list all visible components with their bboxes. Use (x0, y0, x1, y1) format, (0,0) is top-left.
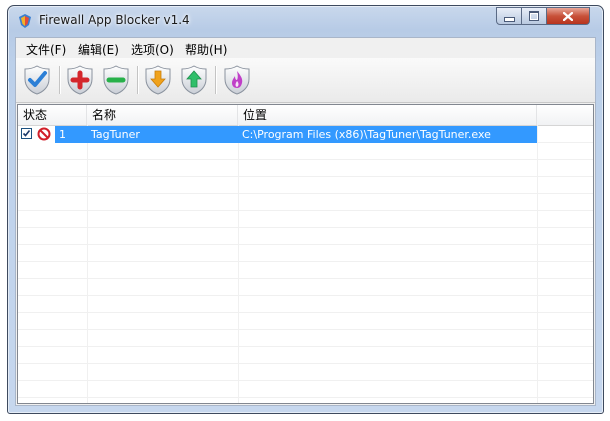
app-list[interactable]: 状态 名称 位置 1 TagTuner C:\Program Files (x8… (17, 104, 594, 404)
maximize-icon (522, 8, 546, 24)
grid-line (18, 279, 593, 296)
grid-line (18, 398, 593, 403)
grid-line (18, 262, 593, 279)
app-window: Firewall App Blocker v1.4 文件(F) 编辑(E) 选项… (7, 5, 604, 414)
checkmark-shield-icon[interactable] (21, 64, 53, 96)
menu-help[interactable]: 帮助(H) (183, 41, 229, 58)
maximize-button[interactable] (522, 7, 547, 25)
grid-line (18, 160, 593, 177)
menu-file[interactable]: 文件(F) (24, 41, 68, 58)
toolbar-separator (59, 66, 61, 94)
grid-line (18, 211, 593, 228)
firewall-app-icon (19, 14, 31, 28)
grid-column-line (87, 125, 88, 403)
table-row[interactable]: 1 TagTuner C:\Program Files (x86)\TagTun… (18, 126, 537, 143)
add-shield-icon[interactable] (64, 64, 96, 96)
blocked-icon (37, 127, 51, 141)
grid-line (18, 245, 593, 262)
row-location: C:\Program Files (x86)\TagTuner\TagTuner… (238, 126, 537, 143)
grid-line (18, 313, 593, 330)
menu-bar: 文件(F) 编辑(E) 选项(O) 帮助(H) (16, 38, 595, 58)
flame-shield-icon[interactable] (221, 64, 253, 96)
column-location[interactable]: 位置 (238, 105, 537, 125)
row-index: 1 (55, 126, 87, 143)
column-filler (537, 105, 593, 125)
column-status[interactable]: 状态 (18, 105, 87, 125)
import-shield-icon[interactable] (142, 64, 174, 96)
grid-line (18, 194, 593, 211)
grid-line (18, 296, 593, 313)
grid-line (18, 177, 593, 194)
toolbar-separator (137, 66, 139, 94)
toolbar (16, 58, 595, 103)
close-button[interactable] (547, 7, 590, 25)
grid-line (18, 143, 593, 160)
grid-column-line (537, 125, 538, 403)
grid-line (18, 228, 593, 245)
toolbar-separator (215, 66, 217, 94)
window-title: Firewall App Blocker v1.4 (39, 13, 190, 27)
row-name: TagTuner (87, 126, 238, 143)
grid-line (18, 364, 593, 381)
export-shield-icon[interactable] (178, 64, 210, 96)
client-area: 文件(F) 编辑(E) 选项(O) 帮助(H) 状态 名称 位置 1 TagTu… (15, 37, 596, 406)
list-header: 状态 名称 位置 (18, 105, 593, 126)
grid-column-line (238, 125, 239, 403)
remove-shield-icon[interactable] (100, 64, 132, 96)
row-status-cell (18, 126, 55, 143)
grid-line (18, 381, 593, 398)
grid-line (18, 330, 593, 347)
enable-checkbox[interactable] (21, 128, 32, 139)
minimize-icon (497, 8, 521, 24)
menu-edit[interactable]: 编辑(E) (76, 41, 121, 58)
close-icon (547, 8, 589, 24)
title-bar[interactable]: Firewall App Blocker v1.4 (8, 6, 603, 34)
grid-line (18, 347, 593, 364)
minimize-button[interactable] (496, 7, 522, 25)
menu-options[interactable]: 选项(O) (129, 41, 176, 58)
column-name[interactable]: 名称 (87, 105, 238, 125)
